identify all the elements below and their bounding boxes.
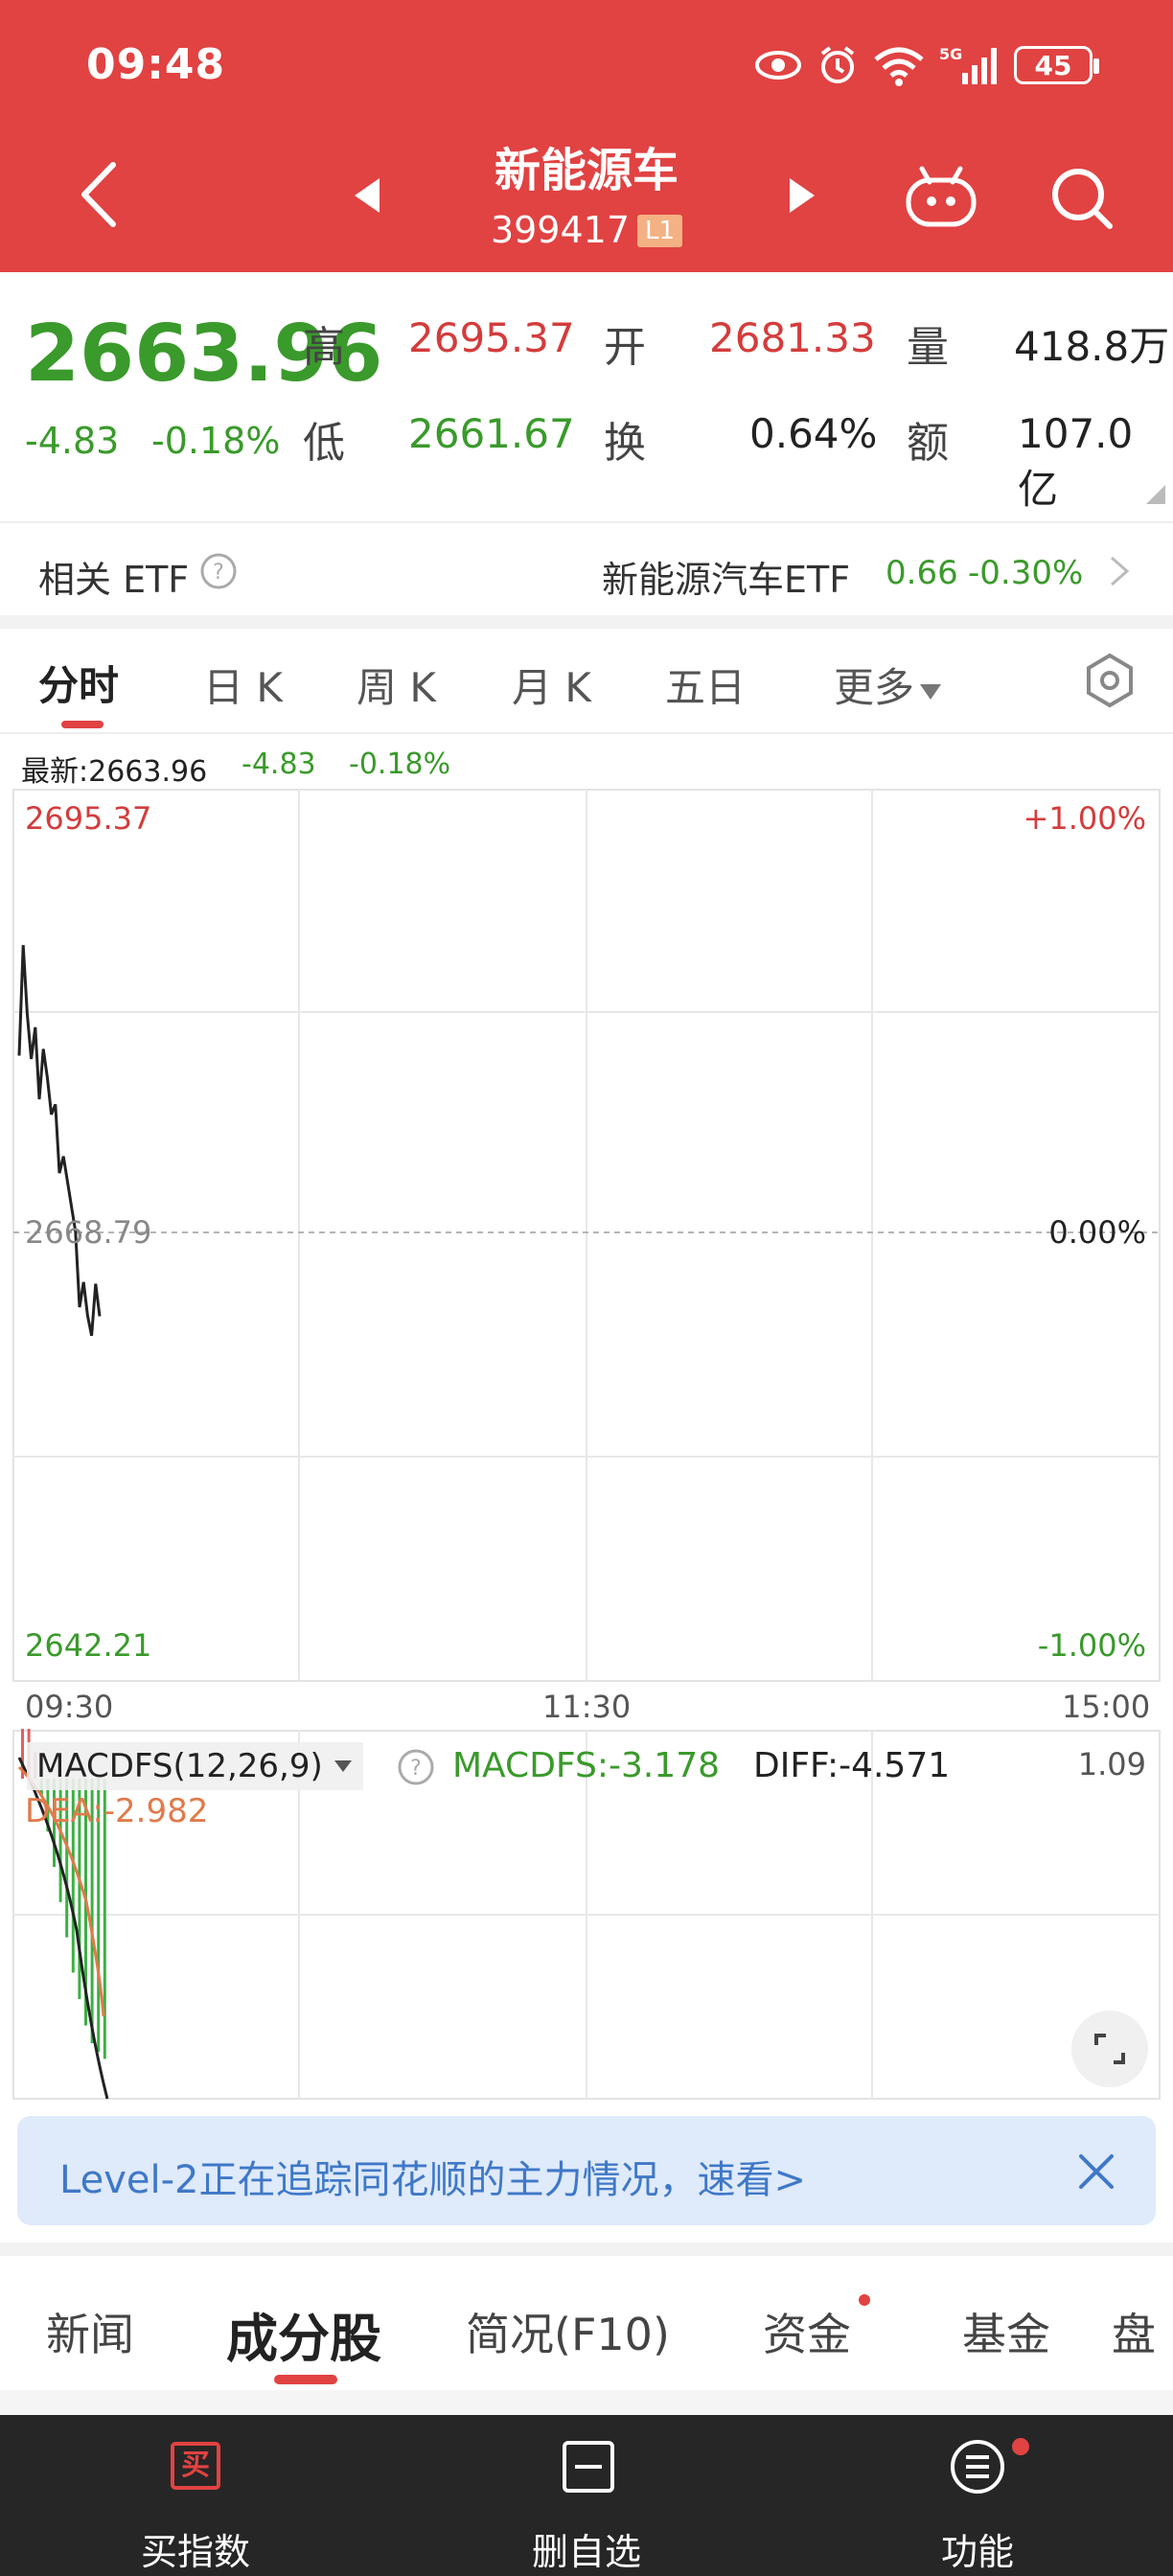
section-gap xyxy=(0,615,1173,629)
remove-watchlist-label: 删自选 xyxy=(531,2531,641,2573)
buy-icon: 买 xyxy=(171,2442,220,2490)
tab-weekly-k[interactable]: 周 K xyxy=(356,656,436,714)
turnover-value: 0.64% xyxy=(749,410,878,457)
divider xyxy=(0,732,1173,734)
level2-banner-text: Level-2正在追踪同花顺的主力情况，速看> xyxy=(59,2158,806,2202)
tab-monthly-k[interactable]: 月 K xyxy=(512,656,591,714)
status-icons: 5G 45 xyxy=(753,44,1099,86)
macdfs-value: MACDFS:-3.178 xyxy=(452,1746,721,1785)
app-header: 09:48 5G 45 新能源车 399417 L1 xyxy=(0,0,1173,272)
search-icon[interactable] xyxy=(1048,165,1116,232)
dea-value: DEA:-2.982 xyxy=(25,1792,209,1830)
remove-watchlist-button[interactable]: 删自选 xyxy=(391,2415,782,2576)
volume-value: 418.8万 xyxy=(1014,323,1170,370)
fullscreen-button[interactable] xyxy=(1071,2011,1148,2087)
tab-daily-k[interactable]: 日 K xyxy=(203,656,283,714)
bottom-tab-profile[interactable]: 简况(F10) xyxy=(466,2300,670,2363)
level2-banner[interactable]: Level-2正在追踪同花顺的主力情况，速看> xyxy=(17,2116,1156,2225)
tab-underline xyxy=(274,2375,337,2384)
related-etf-row[interactable]: 相关 ETF ? 新能源汽车ETF 0.66 -0.30% xyxy=(0,525,1173,613)
volume-label: 量 xyxy=(907,323,949,372)
tab-more[interactable]: 更多 xyxy=(834,656,943,714)
level-badge: L1 xyxy=(637,215,683,247)
svg-text:?: ? xyxy=(410,1757,422,1781)
status-time: 09:48 xyxy=(86,40,226,89)
next-stock-icon[interactable] xyxy=(788,176,816,215)
macd-selector-label: MACDFS(12,26,9) xyxy=(36,1747,323,1785)
buy-index-label: 买指数 xyxy=(140,2531,250,2573)
battery-indicator: 45 xyxy=(1014,46,1099,84)
help-icon[interactable]: ? xyxy=(199,552,238,590)
close-icon[interactable] xyxy=(1077,2152,1116,2191)
bottom-tab-funds[interactable]: 资金 xyxy=(763,2300,851,2363)
latest-price-label: 最新:2663.96 xyxy=(21,755,208,789)
section-gap xyxy=(0,2390,1173,2415)
axis-top-pct: +1.00% xyxy=(1024,800,1146,837)
svg-text:?: ? xyxy=(213,561,224,585)
stock-code-row: 399417 L1 xyxy=(0,209,1173,251)
etf-price: 0.66 xyxy=(886,554,958,592)
high-label: 高 xyxy=(303,323,345,372)
open-value: 2681.33 xyxy=(709,314,876,361)
chevron-right-icon xyxy=(1111,556,1130,586)
stock-code: 399417 xyxy=(490,209,631,251)
low-value: 2661.67 xyxy=(408,410,575,457)
axis-bottom-price: 2642.21 xyxy=(25,1627,151,1664)
chart-settings-icon[interactable] xyxy=(1083,652,1137,709)
menu-circle-icon xyxy=(951,2440,1004,2494)
diff-value: DIFF:-4.571 xyxy=(753,1746,951,1785)
svg-text:5G: 5G xyxy=(939,45,962,63)
bottom-tab-components[interactable]: 成分股 xyxy=(226,2296,381,2372)
signal-5g-icon: 5G xyxy=(939,45,997,84)
bottom-tab-more[interactable]: 盘 xyxy=(1112,2300,1173,2363)
high-value: 2695.37 xyxy=(408,314,575,361)
notification-dot xyxy=(1012,2438,1029,2455)
axis-mid-pct: 0.00% xyxy=(1048,1214,1146,1251)
divider xyxy=(0,521,1173,523)
latest-change: -4.83 xyxy=(242,748,316,781)
etf-label: 相关 ETF xyxy=(38,559,190,601)
axis-mid-price: 2668.79 xyxy=(25,1214,151,1251)
buy-index-button[interactable]: 买 买指数 xyxy=(0,2415,391,2576)
price-change: -4.83 xyxy=(25,420,120,462)
time-tick-midday: 11:30 xyxy=(542,1689,632,1725)
robot-assistant-icon[interactable] xyxy=(903,163,979,230)
tab-five-day[interactable]: 五日 xyxy=(665,656,746,714)
page-title: 新能源车 xyxy=(494,144,678,197)
wifi-icon xyxy=(874,47,924,86)
notification-dot xyxy=(859,2294,870,2306)
time-tick-open: 09:30 xyxy=(25,1689,114,1725)
eye-icon xyxy=(755,51,801,80)
fullscreen-icon xyxy=(1094,2034,1125,2064)
functions-label: 功能 xyxy=(940,2531,1014,2573)
dropdown-triangle-icon xyxy=(920,684,942,700)
axis-top-price: 2695.37 xyxy=(25,800,151,837)
axis-bottom-pct: -1.00% xyxy=(1038,1627,1146,1664)
time-tick-close: 15:00 xyxy=(1062,1689,1151,1725)
alarm-icon xyxy=(820,46,855,83)
dropdown-triangle-icon xyxy=(334,1760,352,1772)
turnover-label: 换 xyxy=(604,419,646,468)
tab-intraday[interactable]: 分时 xyxy=(38,654,119,712)
expand-corner-icon[interactable] xyxy=(1146,485,1165,504)
price-change-pct: -0.18% xyxy=(151,420,281,462)
section-gap xyxy=(0,2242,1173,2256)
bottom-tab-fund[interactable]: 基金 xyxy=(962,2300,1050,2363)
bottom-nav-bar: 买 买指数 删自选 功能 xyxy=(0,2415,1173,2576)
etf-pct: -0.30% xyxy=(968,554,1084,592)
help-icon[interactable]: ? xyxy=(397,1748,435,1786)
minus-box-icon xyxy=(563,2441,614,2493)
latest-pct: -0.18% xyxy=(349,748,451,781)
macd-scale-top: 1.09 xyxy=(1078,1746,1146,1782)
macd-selector[interactable]: MACDFS(12,26,9) xyxy=(27,1742,363,1790)
functions-button[interactable]: 功能 xyxy=(782,2415,1173,2576)
open-label: 开 xyxy=(604,323,646,372)
bottom-tab-news[interactable]: 新闻 xyxy=(46,2300,134,2363)
intraday-chart[interactable]: 2695.37 +1.00% 2668.79 0.00% 2642.21 -1.… xyxy=(0,786,1173,1687)
amount-label: 额 xyxy=(907,419,949,468)
tab-underline xyxy=(61,721,104,728)
low-label: 低 xyxy=(303,419,345,468)
price-series-line xyxy=(17,945,102,1337)
etf-name: 新能源汽车ETF xyxy=(602,559,851,601)
